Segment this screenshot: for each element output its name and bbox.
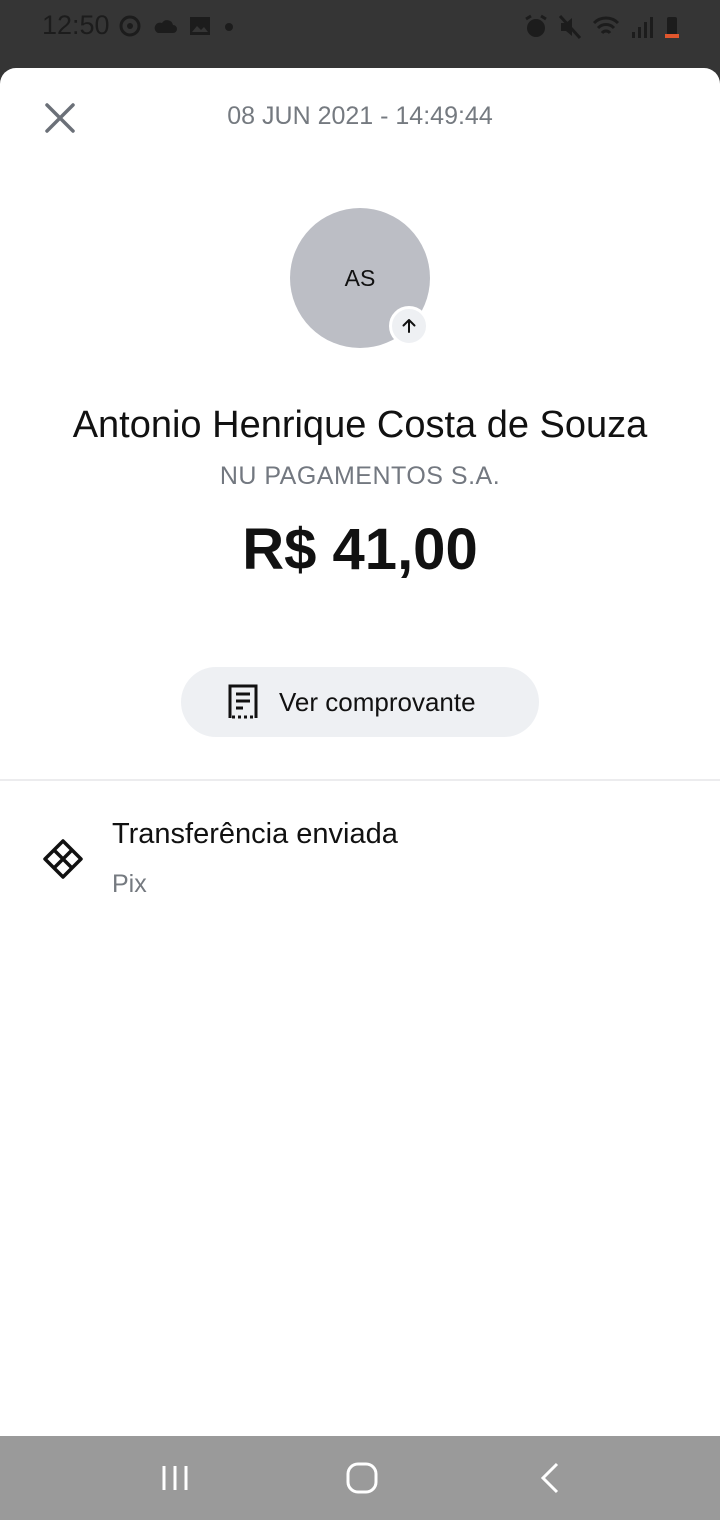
transaction-type-row: Transferência enviada Pix (0, 808, 720, 908)
arrow-up-icon (402, 319, 416, 333)
alarm-icon (525, 14, 547, 37)
image-icon (190, 17, 210, 35)
contact-name: Antonio Henrique Costa de Souza (72, 404, 648, 446)
avatar-badge (389, 306, 429, 346)
back-icon[interactable] (530, 1458, 570, 1498)
signal-icon (632, 17, 653, 38)
status-bar: 12:50 (0, 0, 720, 68)
status-left-icons (118, 14, 236, 38)
dot-icon (225, 23, 233, 31)
transaction-date: 08 JUN 2021 - 14:49:44 (227, 102, 493, 130)
institution-name: NU PAGAMENTOS S.A. (219, 462, 501, 490)
wifi-icon (592, 16, 620, 35)
transaction-detail-sheet: 08 JUN 2021 - 14:49:44 AS Antonio Henriq… (0, 68, 720, 1436)
status-time: 12:50 (42, 10, 110, 40)
home-icon[interactable] (342, 1458, 382, 1498)
recent-apps-icon[interactable] (155, 1458, 195, 1498)
transaction-amount: R$ 41,00 (242, 517, 478, 582)
home-button[interactable] (342, 1458, 382, 1498)
battery-icon (665, 17, 679, 38)
mute-icon (558, 14, 582, 40)
back-button[interactable] (530, 1458, 570, 1498)
view-receipt-label[interactable]: Ver comprovante (279, 687, 476, 718)
status-right-icons (524, 14, 680, 40)
system-nav-bar (0, 1436, 720, 1520)
sync-icon (119, 15, 141, 37)
avatar-initials: AS (344, 264, 376, 291)
recent-apps-button[interactable] (155, 1458, 195, 1498)
receipt-icon[interactable] (227, 684, 259, 720)
transaction-method: Pix (112, 870, 147, 898)
divider (0, 779, 720, 781)
transaction-title: Transferência enviada (112, 818, 398, 850)
cloud-icon (154, 20, 177, 33)
pix-icon (43, 839, 83, 879)
view-receipt-button[interactable]: Ver comprovante (181, 667, 539, 737)
